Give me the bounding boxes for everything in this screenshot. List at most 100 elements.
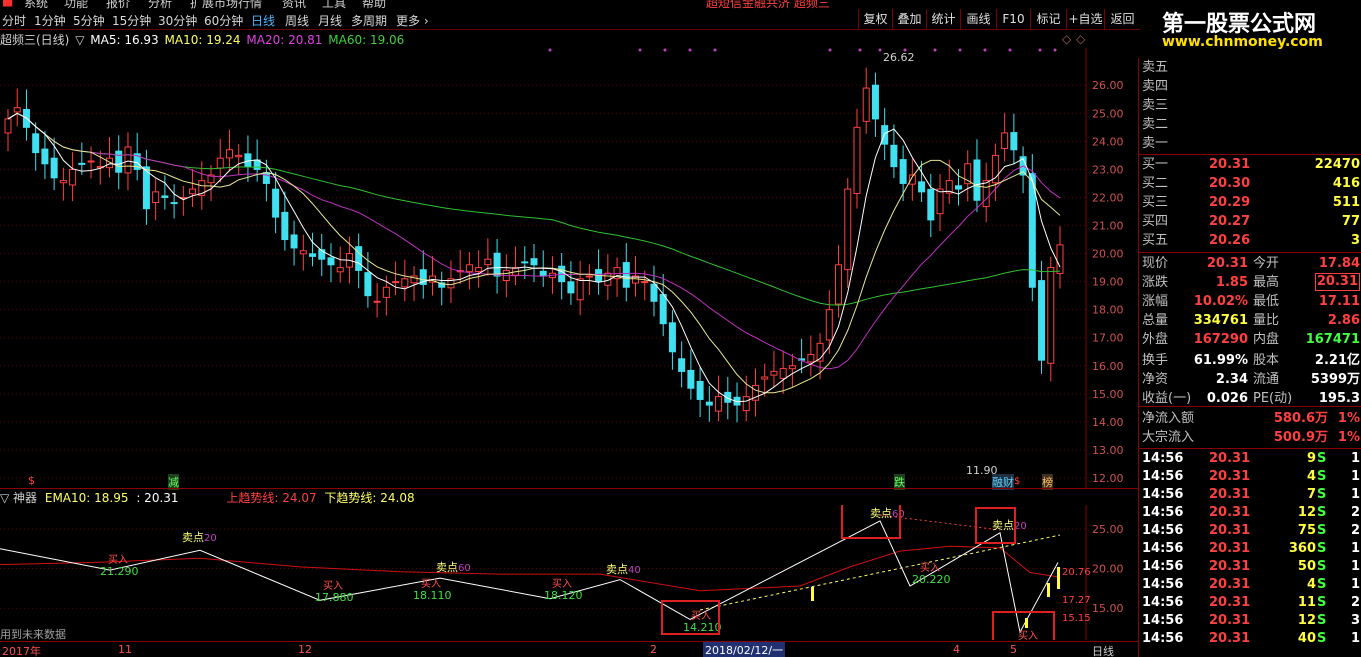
- f10-button[interactable]: F10: [996, 9, 1030, 30]
- period-15min[interactable]: 15分钟: [112, 12, 151, 29]
- stat-row: 换手 61.99% 股本 2.21亿: [1139, 351, 1361, 370]
- right-value: 15.15: [1062, 613, 1091, 624]
- stat-label: 内盘: [1253, 332, 1280, 347]
- time-label: 11: [118, 643, 132, 656]
- stat-label: 涨幅: [1142, 294, 1169, 309]
- candle-body: [825, 309, 833, 341]
- bid-row[interactable]: 买三 20.29 511: [1139, 193, 1361, 212]
- dot-mark: [983, 48, 987, 52]
- bid-row[interactable]: 买五 20.26 3: [1139, 231, 1361, 250]
- period-daily[interactable]: 日线: [251, 12, 275, 29]
- candle-body: [475, 267, 483, 272]
- menu-item-analysis[interactable]: 分析: [148, 0, 172, 9]
- divider: [1139, 448, 1361, 449]
- menu-item-news[interactable]: 资讯: [282, 0, 306, 9]
- tick-price: 20.31: [1209, 505, 1251, 520]
- overlay-button[interactable]: 叠加: [892, 9, 926, 30]
- tick-volume: 11: [1297, 595, 1316, 610]
- period-toolbar: 分时 1分钟 5分钟 15分钟 30分钟 60分钟 日线 周线 月线 多周期 更…: [0, 9, 1140, 30]
- stat-label: 今开: [1253, 256, 1280, 271]
- period-multi[interactable]: 多周期: [351, 12, 387, 29]
- tick-count: 1: [1350, 469, 1360, 484]
- tick-row: 14:56 20.31 9 S 1: [1139, 450, 1361, 468]
- signal-labels: 卖点 20卖点 60 卖点 40卖点 60卖点 20买入21.290买入17.880买入18…: [100, 507, 1091, 640]
- adjust-button[interactable]: 复权: [858, 9, 892, 30]
- bid-price: 20.31: [1209, 157, 1251, 172]
- tick-row: 14:56 20.31 7 S 1: [1139, 486, 1361, 504]
- bid-row[interactable]: 买二 20.30 416: [1139, 174, 1361, 193]
- back-button[interactable]: 返回: [1104, 9, 1140, 30]
- buy-value: 21.290: [100, 565, 139, 578]
- lower-trend-line: [699, 534, 1061, 611]
- period-60min[interactable]: 60分钟: [204, 12, 243, 29]
- period-monthly[interactable]: 月线: [318, 12, 342, 29]
- sub-axis: 25.00 20.00 15.00: [1092, 523, 1124, 615]
- stat-row: 总量 334761 量比 2.86: [1139, 311, 1361, 330]
- period-intraday[interactable]: 分时: [2, 12, 26, 29]
- indicator-marker[interactable]: ▽: [75, 33, 84, 47]
- add-watchlist-button[interactable]: +自选: [1066, 9, 1104, 30]
- candle-body: [493, 252, 501, 277]
- stat-value: 17.84: [1318, 256, 1360, 271]
- period-1min[interactable]: 1分钟: [34, 12, 66, 29]
- stats-button[interactable]: 统计: [926, 9, 960, 30]
- period-weekly[interactable]: 周线: [285, 12, 309, 29]
- stat-label: 净资: [1142, 372, 1169, 387]
- candle-body: [392, 281, 400, 284]
- menu-item-tools[interactable]: 工具: [322, 0, 346, 9]
- bid-row[interactable]: 买四 20.27 77: [1139, 212, 1361, 231]
- main-chart[interactable]: 26.00 25.00 24.00 23.00 22.00 21.00 20.00 19.00…: [0, 48, 1138, 488]
- candle-body: [87, 160, 95, 163]
- menu-item-function[interactable]: 功能: [64, 0, 88, 9]
- draw-button[interactable]: 画线: [960, 9, 996, 30]
- menu-item-quote[interactable]: 报价: [106, 0, 130, 9]
- tick-volume: 4: [1306, 577, 1316, 592]
- tick-row: 14:56 20.31 75 S 2: [1139, 522, 1361, 540]
- candle-body: [788, 365, 796, 370]
- candle-body: [382, 286, 390, 298]
- candle-body: [115, 150, 123, 173]
- price-tick: 25.00: [1092, 107, 1124, 120]
- menu-item-ext-market[interactable]: 扩展市场行情: [190, 0, 262, 9]
- ema10-value: EMA10: 18.95: [44, 491, 129, 505]
- tick-row: 14:56 20.31 360 S 1: [1139, 540, 1361, 558]
- bid-row[interactable]: 买一 20.31 22470: [1139, 155, 1361, 174]
- tick-volume: 4: [1306, 469, 1316, 484]
- sub-indicator-name[interactable]: ▽ 神器: [0, 491, 37, 505]
- price-tick: 22.00: [1092, 191, 1124, 204]
- candle-body: [761, 376, 769, 380]
- candle-body: [779, 368, 787, 379]
- tick-count: 2: [1350, 595, 1360, 610]
- sub-chart[interactable]: 25.0020.0015.00 卖点 20卖点 60 卖点 40卖点 60卖点 20买入21…: [0, 505, 1138, 640]
- cursor-date: 2018/02/12/一: [703, 642, 786, 657]
- tick-time: 14:56: [1142, 631, 1184, 646]
- lower-trend-value: 下趋势线: 24.08: [324, 491, 415, 505]
- ask-label: 卖三: [1142, 98, 1169, 113]
- period-more[interactable]: 更多 ›: [396, 12, 429, 29]
- period-tab[interactable]: 日线: [1092, 643, 1114, 657]
- menu-item-help[interactable]: 帮助: [362, 0, 386, 9]
- menu-item-system[interactable]: 系统: [24, 0, 48, 9]
- flow-value: 580.6万: [1273, 411, 1328, 426]
- period-30min[interactable]: 30分钟: [158, 12, 197, 29]
- app-icon[interactable]: ■: [2, 0, 13, 8]
- candle-body: [124, 146, 132, 174]
- dot-mark: [958, 48, 962, 52]
- mark-button[interactable]: 标记: [1030, 9, 1066, 30]
- event-marker[interactable]: $: [28, 474, 35, 487]
- event-marker[interactable]: $: [1014, 476, 1020, 487]
- right-value: 20.76: [1062, 567, 1091, 578]
- sell-value: 40: [628, 565, 641, 576]
- bid-price: 20.26: [1209, 233, 1251, 248]
- stat-value: 10.02%: [1193, 294, 1248, 309]
- candle-body: [521, 261, 529, 264]
- tick-side: S: [1317, 523, 1327, 538]
- collapse-icon[interactable]: ◇: [1076, 32, 1085, 46]
- expand-icon[interactable]: ◇: [1062, 32, 1071, 46]
- bid-price: 20.29: [1209, 195, 1251, 210]
- stat-label: 涨跌: [1142, 275, 1169, 290]
- period-5min[interactable]: 5分钟: [73, 12, 105, 29]
- flow-label: 大宗流入: [1142, 430, 1195, 445]
- tick-time: 14:56: [1142, 487, 1184, 502]
- price-tick: 19.00: [1092, 276, 1124, 289]
